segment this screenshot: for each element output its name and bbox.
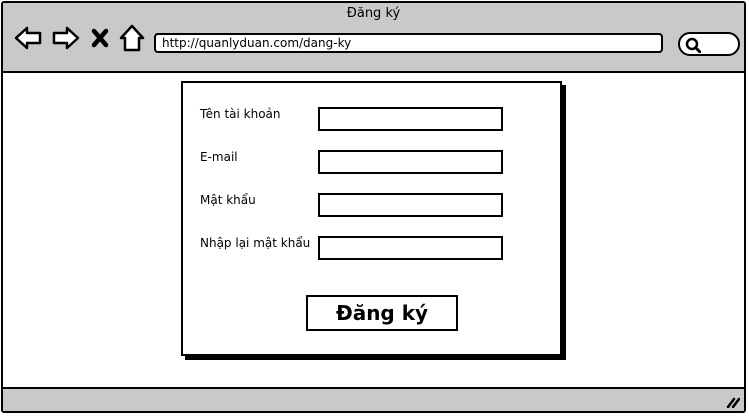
resize-grip-icon[interactable] [726,396,740,408]
username-input[interactable] [318,107,503,131]
confirm-password-input[interactable] [318,236,503,260]
address-bar[interactable]: http://quanlyduan.com/dang-ky [154,33,663,53]
back-arrow-icon[interactable] [13,23,43,53]
email-input[interactable] [318,150,503,174]
status-bar [3,387,744,411]
close-x-icon[interactable] [89,23,119,53]
forward-arrow-icon[interactable] [51,23,81,53]
field-label-email: E-mail [200,150,238,164]
field-label-password: Mật khẩu [200,193,256,207]
password-input[interactable] [318,193,503,217]
home-icon[interactable] [117,23,147,53]
window-title: Đăng ký [346,6,401,21]
search-field[interactable] [678,32,740,56]
registration-form: Tên tài khoản E-mail Mật khẩu Nhập lại m… [181,81,562,356]
field-label-confirm-password: Nhập lại mật khẩu [200,236,311,250]
field-label-username: Tên tài khoản [200,107,281,121]
browser-toolbar: Đăng ký http://quanlyduan.com/dang-ky [3,3,744,73]
register-button[interactable]: Đăng ký [306,295,458,331]
search-icon [685,37,701,53]
